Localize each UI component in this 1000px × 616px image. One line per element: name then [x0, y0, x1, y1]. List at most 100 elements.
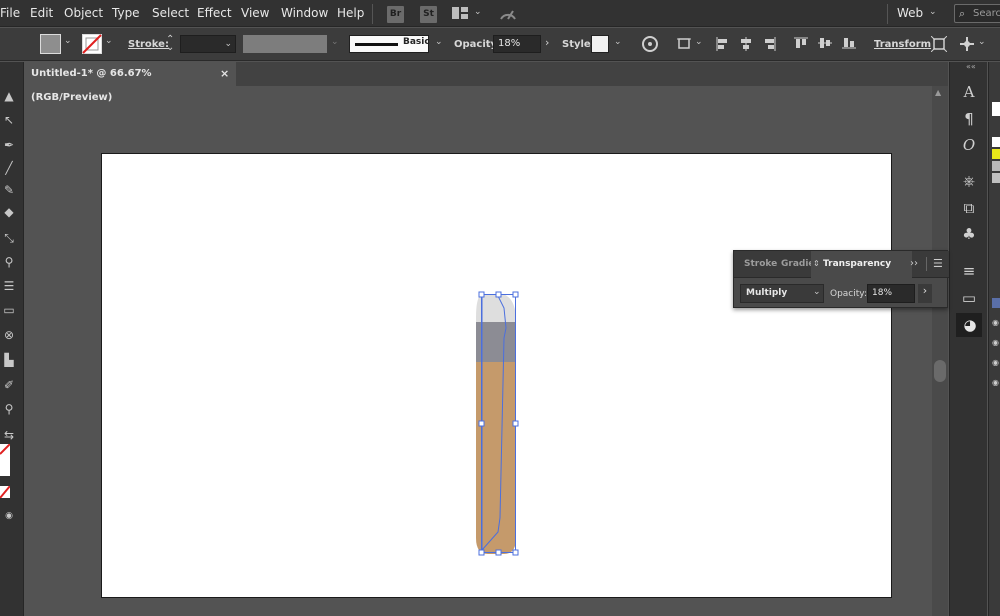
transparency-panel-button[interactable]: ◕	[956, 313, 982, 337]
eye-icon[interactable]: ◉	[992, 358, 999, 367]
align-right-icon[interactable]	[764, 37, 776, 51]
eyedropper-tool-icon[interactable]: ✐	[1, 377, 17, 393]
stroke-none-swatch[interactable]	[82, 34, 102, 54]
swap-colors-icon[interactable]: ⇆	[1, 427, 17, 443]
stroke-weight-stepper[interactable]: ⌃ ⌄	[166, 35, 174, 53]
arrange-documents-icon[interactable]	[452, 6, 468, 20]
chevron-down-icon[interactable]: ⌄	[435, 37, 443, 47]
opacity-input[interactable]: 18%	[867, 284, 915, 303]
chevron-down-icon[interactable]: ⌄	[695, 37, 703, 47]
menu-object[interactable]: Object	[64, 6, 103, 20]
selection-handle[interactable]	[495, 291, 502, 298]
chevron-down-icon[interactable]: ⌄	[978, 37, 986, 47]
draw-mode-icon[interactable]: ◉	[1, 508, 17, 524]
scroll-up-icon[interactable]: ▲	[935, 88, 941, 97]
swatch-light[interactable]	[992, 173, 1000, 183]
stroke-weight-input[interactable]: ⌄	[180, 35, 236, 53]
selection-handle[interactable]	[512, 549, 519, 556]
eye-icon[interactable]: ◉	[992, 318, 999, 327]
panel-menu-icon[interactable]: ☰	[933, 257, 943, 270]
tab-gradient[interactable]: Gradie	[781, 259, 815, 269]
swatch-gray[interactable]	[992, 161, 1000, 171]
eraser-tool-icon[interactable]: ◆	[1, 204, 17, 220]
eye-icon[interactable]: ◉	[992, 338, 999, 347]
paintbrush-tool-icon[interactable]: ✎	[1, 182, 17, 198]
selection-tool-icon[interactable]: ▲	[1, 88, 17, 104]
chevron-down-icon[interactable]: ⌄	[929, 7, 937, 17]
swatch[interactable]	[992, 102, 1000, 116]
shape-builder-tool-icon[interactable]: ⊗	[1, 327, 17, 343]
stroke-panel-icon[interactable]: ≡	[959, 261, 979, 281]
chevron-down-icon[interactable]: ⌄	[64, 36, 72, 46]
isolate-icon[interactable]	[930, 35, 948, 53]
chevron-down-icon[interactable]: ⌄	[474, 7, 482, 17]
scroll-thumb[interactable]	[934, 360, 946, 382]
align-left-icon[interactable]	[716, 37, 728, 51]
brush-definition[interactable]: Basic	[349, 35, 430, 53]
selection-handle[interactable]	[478, 291, 485, 298]
selection-handle[interactable]	[512, 420, 519, 427]
chevron-down-icon[interactable]: ⌄	[105, 36, 113, 46]
stroke-label[interactable]: Stroke:	[128, 39, 169, 50]
fill-swatch[interactable]	[40, 34, 61, 54]
transform-button[interactable]: Transform	[874, 39, 931, 50]
menu-edit[interactable]: Edit	[30, 6, 53, 20]
swatch-yellow[interactable]	[992, 149, 1000, 159]
layer-visibility-icon[interactable]	[992, 298, 1000, 308]
align-bottom-icon[interactable]	[842, 37, 856, 49]
paragraph-panel-icon[interactable]: ¶	[959, 109, 979, 129]
opacity-input[interactable]: 18%	[493, 35, 541, 53]
scale-tool-icon[interactable]: ⤡	[1, 230, 17, 246]
export-panel-icon[interactable]: ⧉	[959, 198, 979, 218]
fill-color-swatch[interactable]	[0, 443, 11, 476]
opentype-panel-icon[interactable]: O	[959, 135, 979, 155]
blend-mode-select[interactable]: Multiply ⌄	[740, 284, 824, 303]
line-tool-icon[interactable]: ╱	[1, 160, 17, 176]
chevron-right-icon[interactable]: ›	[918, 284, 932, 303]
vertical-scrollbar[interactable]: ▲	[932, 86, 948, 616]
document-tab[interactable]: Untitled-1* @ 66.67% (RGB/Preview) ×	[24, 62, 236, 103]
recolor-artwork-icon[interactable]	[641, 35, 659, 53]
menu-view[interactable]: View	[241, 6, 269, 20]
align-center-icon[interactable]	[740, 37, 752, 51]
swatch-none[interactable]	[992, 137, 1000, 147]
menu-select[interactable]: Select	[152, 6, 189, 20]
artboard-tool-icon[interactable]: ▭	[1, 302, 17, 318]
links-panel-icon[interactable]: ⎈	[959, 171, 979, 191]
expand-panel-icon[interactable]: ››	[910, 258, 918, 269]
gradient-panel-icon[interactable]: ▭	[959, 288, 979, 308]
menu-window[interactable]: Window	[281, 6, 328, 20]
search-field[interactable]: ⌕ Search	[954, 4, 1000, 23]
close-icon[interactable]: ×	[220, 62, 229, 86]
width-tool-icon[interactable]: ⚲	[1, 254, 17, 270]
stock-button[interactable]: St	[420, 6, 437, 23]
tab-stroke[interactable]: Stroke	[744, 259, 777, 269]
align-middle-icon[interactable]	[818, 37, 832, 49]
selection-handle[interactable]	[512, 291, 519, 298]
align-top-icon[interactable]	[794, 37, 808, 49]
symbols-panel-icon[interactable]: ♣	[959, 224, 979, 244]
menu-type[interactable]: Type	[112, 6, 140, 20]
direct-selection-tool-icon[interactable]: ↖	[1, 112, 17, 128]
workspace-switcher[interactable]: Web	[897, 6, 923, 20]
none-color-button[interactable]	[0, 485, 11, 499]
character-panel-icon[interactable]: A	[959, 82, 979, 102]
selection-handle[interactable]	[478, 420, 485, 427]
puppet-warp-icon[interactable]	[959, 36, 975, 52]
align-to-icon[interactable]	[677, 37, 693, 51]
bridge-button[interactable]: Br	[387, 6, 404, 23]
menu-effect[interactable]: Effect	[197, 6, 232, 20]
graphic-style-swatch[interactable]	[591, 35, 609, 53]
selected-shape[interactable]	[470, 288, 526, 560]
variable-width-profile[interactable]	[243, 35, 327, 53]
eye-icon[interactable]: ◉	[992, 378, 999, 387]
menu-help[interactable]: Help	[337, 6, 364, 20]
chevron-right-icon[interactable]: ›	[545, 36, 549, 49]
tab-transparency[interactable]: ⇕ Transparency	[811, 251, 912, 278]
selection-handle[interactable]	[495, 549, 502, 556]
zoom-tool-icon[interactable]: ⚲	[1, 401, 17, 417]
free-transform-tool-icon[interactable]: ☰	[1, 278, 17, 294]
collapse-panels-icon[interactable]: ««	[966, 62, 976, 71]
chevron-down-icon[interactable]: ⌄	[331, 37, 339, 47]
chevron-down-icon[interactable]: ⌄	[614, 37, 622, 47]
